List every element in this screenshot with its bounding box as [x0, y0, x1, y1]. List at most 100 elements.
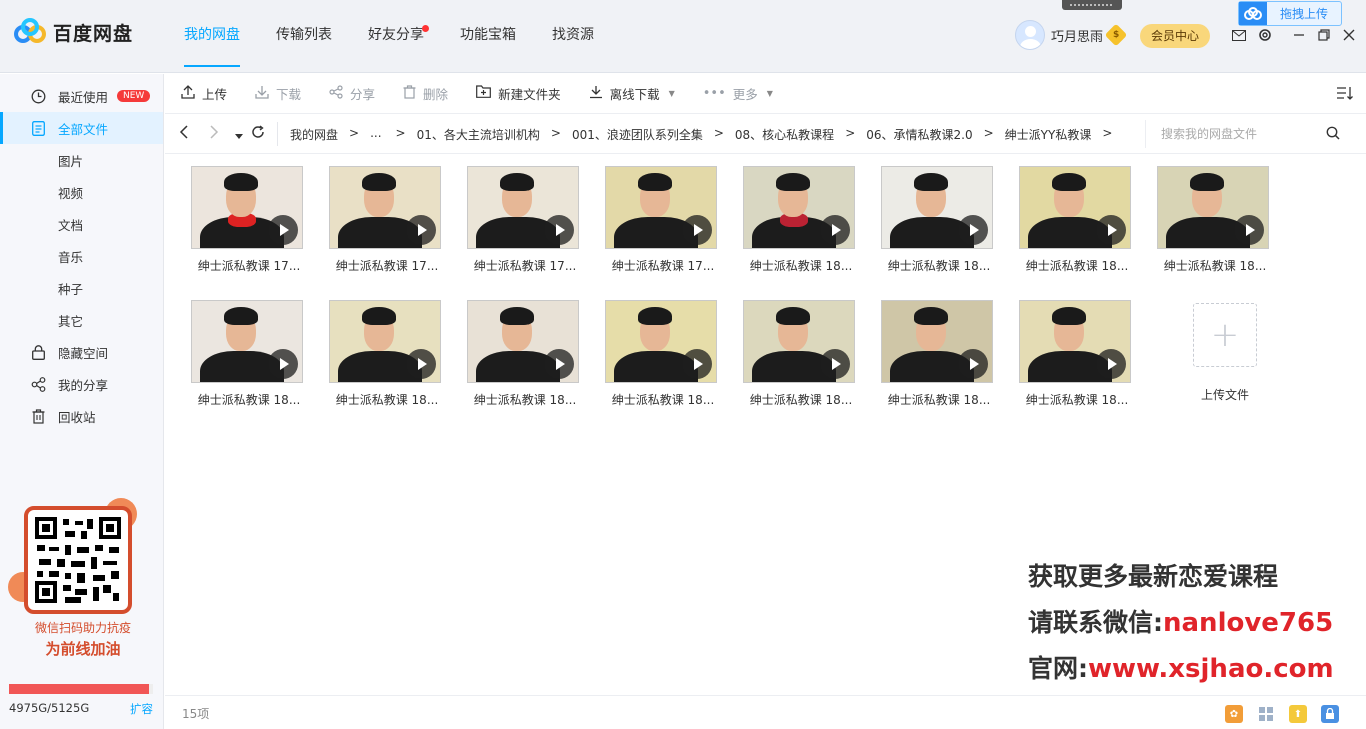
- play-icon[interactable]: [682, 215, 712, 245]
- video-file-tile[interactable]: 绅士派私教课 18...: [179, 288, 305, 408]
- video-file-tile[interactable]: 绅士派私教课 17...: [179, 154, 305, 274]
- sidebar-item-all-files[interactable]: 全部文件: [0, 112, 163, 144]
- play-icon[interactable]: [820, 215, 850, 245]
- plus-icon[interactable]: +: [1193, 303, 1257, 367]
- nav-my-disk[interactable]: 我的网盘: [166, 0, 258, 73]
- video-file-tile[interactable]: 绅士派私教课 18...: [1007, 288, 1133, 408]
- drag-upload-button[interactable]: 拖拽上传: [1238, 1, 1342, 26]
- history-dropdown-icon[interactable]: [235, 128, 243, 144]
- file-name[interactable]: 绅士派私教课 18...: [317, 391, 457, 408]
- sidebar-item-music[interactable]: 音乐: [0, 240, 163, 272]
- play-icon[interactable]: [1234, 215, 1264, 245]
- video-file-tile[interactable]: 绅士派私教课 18...: [1145, 154, 1271, 274]
- file-name[interactable]: 绅士派私教课 18...: [1145, 257, 1285, 274]
- video-thumbnail[interactable]: [605, 300, 717, 383]
- user-profile[interactable]: 巧月思雨 $: [1015, 20, 1128, 50]
- avatar[interactable]: [1015, 20, 1045, 50]
- restore-icon[interactable]: [1315, 26, 1333, 44]
- play-icon[interactable]: [682, 349, 712, 379]
- window-grip[interactable]: [1062, 0, 1122, 10]
- search-input[interactable]: [1161, 120, 1331, 148]
- sidebar-item-other[interactable]: 其它: [0, 304, 163, 336]
- file-name[interactable]: 绅士派私教课 18...: [869, 391, 1009, 408]
- more-button[interactable]: ••• 更多 ▼: [703, 84, 773, 103]
- sidebar-item-hidden-space[interactable]: 隐藏空间: [0, 336, 163, 368]
- lock-icon[interactable]: [1321, 705, 1339, 723]
- video-file-tile[interactable]: 绅士派私教课 18...: [593, 288, 719, 408]
- play-icon[interactable]: [544, 215, 574, 245]
- file-name[interactable]: 绅士派私教课 18...: [1007, 257, 1147, 274]
- username[interactable]: 巧月思雨: [1051, 26, 1103, 45]
- member-center-button[interactable]: 会员中心: [1140, 24, 1210, 48]
- close-icon[interactable]: [1340, 26, 1358, 44]
- nav-transfer-list[interactable]: 传输列表: [258, 0, 350, 73]
- sidebar-item-documents[interactable]: 文档: [0, 208, 163, 240]
- video-thumbnail[interactable]: [743, 166, 855, 249]
- play-icon[interactable]: [958, 215, 988, 245]
- video-thumbnail[interactable]: [605, 166, 717, 249]
- sidebar-item-torrents[interactable]: 种子: [0, 272, 163, 304]
- upload-file-tile[interactable]: + 上传文件: [1165, 288, 1291, 408]
- file-name[interactable]: 绅士派私教课 18...: [1007, 391, 1147, 408]
- video-file-tile[interactable]: 绅士派私教课 17...: [593, 154, 719, 274]
- file-name[interactable]: 绅士派私教课 18...: [731, 257, 871, 274]
- upload-arrow-icon[interactable]: ⬆: [1289, 705, 1307, 723]
- video-thumbnail[interactable]: [881, 166, 993, 249]
- video-thumbnail[interactable]: [743, 300, 855, 383]
- medal-icon[interactable]: ✿: [1225, 705, 1243, 723]
- offline-download-button[interactable]: 离线下载 ▼: [589, 84, 675, 103]
- sidebar-item-my-shares[interactable]: 我的分享: [0, 368, 163, 400]
- breadcrumb-item[interactable]: 06、承情私教课2.0: [866, 126, 972, 143]
- breadcrumb-item[interactable]: 绅士派YY私教课: [1005, 126, 1092, 143]
- nav-toolbox[interactable]: 功能宝箱: [442, 0, 534, 73]
- vip-coin-icon[interactable]: $: [1104, 23, 1128, 47]
- sidebar-item-recent[interactable]: 最近使用 NEW: [0, 80, 163, 112]
- sort-icon[interactable]: [1336, 85, 1354, 105]
- video-thumbnail[interactable]: [191, 166, 303, 249]
- upload-button[interactable]: 上传: [181, 84, 227, 103]
- nav-friend-share[interactable]: 好友分享: [350, 0, 442, 73]
- mail-icon[interactable]: [1230, 26, 1248, 44]
- expand-storage-link[interactable]: 扩容: [130, 701, 153, 717]
- apps-grid-icon[interactable]: [1257, 705, 1275, 723]
- new-folder-button[interactable]: 新建文件夹: [476, 84, 561, 103]
- play-icon[interactable]: [268, 349, 298, 379]
- play-icon[interactable]: [406, 349, 436, 379]
- play-icon[interactable]: [820, 349, 850, 379]
- back-arrow-icon[interactable]: [179, 125, 189, 143]
- sidebar-item-videos[interactable]: 视频: [0, 176, 163, 208]
- video-thumbnail[interactable]: [881, 300, 993, 383]
- breadcrumb-item[interactable]: 01、各大主流培训机构: [417, 126, 540, 143]
- video-thumbnail[interactable]: [1157, 166, 1269, 249]
- file-name[interactable]: 绅士派私教课 18...: [593, 391, 733, 408]
- file-name[interactable]: 绅士派私教课 17...: [179, 257, 319, 274]
- breadcrumb-item[interactable]: 我的网盘: [290, 126, 338, 143]
- video-thumbnail[interactable]: [1019, 300, 1131, 383]
- video-file-tile[interactable]: 绅士派私教课 18...: [317, 288, 443, 408]
- file-name[interactable]: 绅士派私教课 18...: [179, 391, 319, 408]
- video-thumbnail[interactable]: [467, 300, 579, 383]
- delete-button[interactable]: 删除: [403, 84, 448, 103]
- breadcrumb-item[interactable]: 08、核心私教课程: [735, 126, 834, 143]
- file-name[interactable]: 绅士派私教课 17...: [317, 257, 457, 274]
- video-file-tile[interactable]: 绅士派私教课 18...: [1007, 154, 1133, 274]
- sidebar-item-images[interactable]: 图片: [0, 144, 163, 176]
- play-icon[interactable]: [544, 349, 574, 379]
- promo-card[interactable]: 微信扫码助力抗疫 为前线加油: [8, 498, 158, 668]
- breadcrumb-item[interactable]: 001、浪迹团队系列全集: [572, 126, 703, 143]
- video-thumbnail[interactable]: [329, 300, 441, 383]
- share-button[interactable]: 分享: [329, 84, 375, 103]
- video-file-tile[interactable]: 绅士派私教课 18...: [455, 288, 581, 408]
- breadcrumb-item[interactable]: ...: [370, 126, 381, 143]
- play-icon[interactable]: [1096, 215, 1126, 245]
- file-name[interactable]: 绅士派私教课 17...: [593, 257, 733, 274]
- video-thumbnail[interactable]: [329, 166, 441, 249]
- file-name[interactable]: 绅士派私教课 18...: [731, 391, 871, 408]
- play-icon[interactable]: [268, 215, 298, 245]
- play-icon[interactable]: [1096, 349, 1126, 379]
- play-icon[interactable]: [406, 215, 436, 245]
- video-thumbnail[interactable]: [467, 166, 579, 249]
- video-file-tile[interactable]: 绅士派私教课 17...: [455, 154, 581, 274]
- video-thumbnail[interactable]: [191, 300, 303, 383]
- video-file-tile[interactable]: 绅士派私教课 18...: [869, 154, 995, 274]
